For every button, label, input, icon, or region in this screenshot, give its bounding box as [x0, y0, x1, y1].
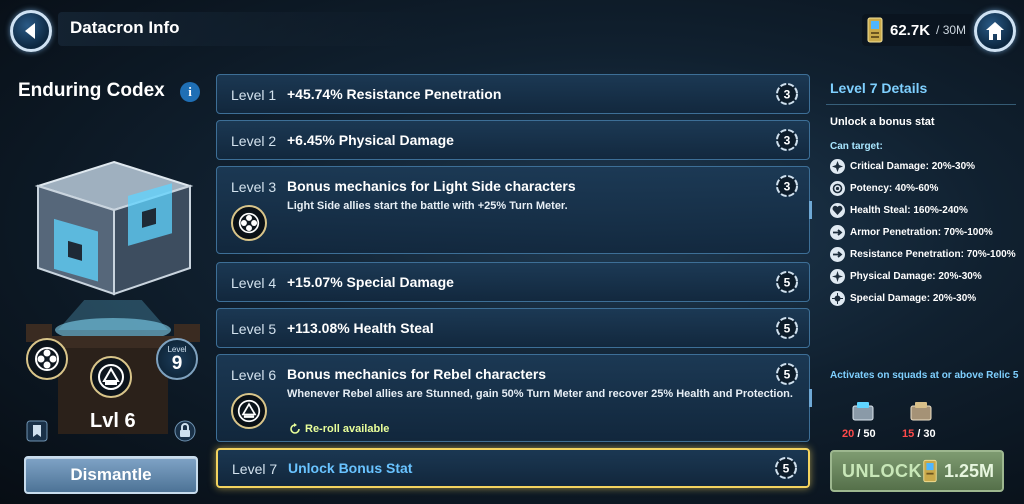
stat-option: Resistance Penetration: 70%-100% [830, 246, 1016, 262]
stat-option: Physical Damage: 20%-30% [830, 268, 982, 284]
datacron-name: Enduring Codex [18, 80, 165, 101]
details-subtitle: Unlock a bonus stat [830, 116, 935, 128]
material-1-count: 20 / 50 [842, 428, 876, 440]
activation-requirement: Activates on squads at or above Relic 5 [830, 370, 1019, 381]
level-label: Level 5 [231, 321, 277, 337]
dismantle-button[interactable]: Dismantle [24, 456, 198, 494]
unlock-button[interactable]: UNLOCK 1.25M [830, 450, 1004, 492]
datacron-cube-image [34, 160, 194, 296]
level-label: Level 2 [231, 133, 277, 149]
currency-display: 62.7K / 30M [862, 14, 975, 46]
row-edge-marker [809, 389, 812, 407]
level-badge-value: 9 [171, 352, 183, 374]
light-side-ability-icon[interactable] [231, 205, 267, 241]
svg-text:3: 3 [784, 180, 791, 194]
rebel-ability-icon[interactable] [231, 393, 267, 429]
rebel-ability-icon[interactable] [90, 356, 132, 398]
reroll-indicator[interactable]: Re-roll available [289, 423, 389, 435]
level-row-4[interactable]: Level 4 +15.07% Special Damage 5 [216, 262, 810, 302]
level-row-1[interactable]: Level 1 +45.74% Resistance Penetration 3 [216, 74, 810, 114]
home-icon [986, 22, 1004, 40]
bookmark-icon[interactable] [26, 420, 48, 442]
details-divider [826, 104, 1016, 105]
resistance-penetration-icon [830, 246, 845, 262]
potency-icon [830, 180, 845, 196]
datacron-credit-icon [867, 17, 883, 43]
level-bonus: +113.08% Health Steal [287, 320, 434, 336]
reroll-icon [290, 423, 300, 434]
reroll-text: Re-roll available [305, 423, 390, 435]
page-title: Datacron Info [70, 18, 180, 37]
svg-text:5: 5 [784, 322, 791, 336]
level-description: Light Side allies start the battle with … [287, 200, 568, 212]
cost-3-icon: 3 [776, 129, 798, 151]
datacron-material-1-icon[interactable] [850, 400, 876, 424]
level-row-2[interactable]: Level 2 +6.45% Physical Damage 3 [216, 120, 810, 160]
level-label: Level 6 [231, 367, 277, 383]
can-target-label: Can target: [830, 141, 883, 152]
level-bonus: Unlock Bonus Stat [288, 460, 413, 476]
home-button[interactable] [974, 10, 1016, 52]
row-edge-marker [809, 201, 812, 219]
level-row-3[interactable]: Level 3 Bonus mechanics for Light Side c… [216, 166, 812, 254]
info-icon[interactable]: i [180, 82, 200, 102]
level-description: Whenever Rebel allies are Stunned, gain … [287, 388, 793, 400]
stat-option: Armor Penetration: 70%-100% [830, 224, 993, 240]
level-row-6[interactable]: Level 6 Bonus mechanics for Rebel charac… [216, 354, 812, 442]
health-steal-icon [830, 202, 845, 218]
cost-5-icon: 5 [776, 271, 798, 293]
level-bonus: +15.07% Special Damage [287, 274, 454, 290]
currency-amount: 62.7K [890, 21, 931, 39]
level-bonus: +6.45% Physical Damage [287, 132, 454, 148]
material-2-count: 15 / 30 [902, 428, 936, 440]
datacron-level-text: Lvl 6 [90, 410, 136, 432]
datacron-level-badge: Level 9 [156, 338, 198, 380]
stat-option: Health Steal: 160%-240% [830, 202, 968, 218]
stat-option: Special Damage: 20%-30% [830, 290, 976, 306]
special-damage-icon [830, 290, 845, 306]
cost-3-icon: 3 [776, 83, 798, 105]
level-label: Level 7 [232, 461, 278, 477]
svg-text:3: 3 [784, 134, 791, 148]
level-row-7[interactable]: Level 7 Unlock Bonus Stat 5 [216, 448, 810, 488]
critical-damage-icon [830, 158, 845, 174]
stat-option: Potency: 40%-60% [830, 180, 938, 196]
level-label: Level 4 [231, 275, 277, 291]
cost-5-icon: 5 [776, 317, 798, 339]
level-bonus: Bonus mechanics for Rebel characters [287, 366, 547, 382]
cost-3-icon: 3 [776, 175, 798, 197]
cost-5-icon: 5 [775, 457, 797, 479]
cost-5-icon: 5 [776, 363, 798, 385]
svg-text:5: 5 [784, 368, 791, 382]
level-bonus: Bonus mechanics for Light Side character… [287, 178, 576, 194]
lock-icon[interactable] [174, 420, 196, 442]
unlock-label: UNLOCK [842, 460, 922, 481]
level-bonus: +45.74% Resistance Penetration [287, 86, 502, 102]
physical-damage-icon [830, 268, 845, 284]
datacron-credit-icon [923, 459, 937, 483]
currency-cap: / 30M [936, 23, 967, 37]
details-title: Level 7 Details [830, 80, 928, 96]
svg-text:5: 5 [784, 276, 791, 290]
light-side-ability-icon[interactable] [26, 338, 68, 380]
level-label: Level 1 [231, 87, 277, 103]
unlock-cost: 1.25M [944, 460, 995, 481]
datacron-material-2-icon[interactable] [908, 400, 934, 424]
stat-option: Critical Damage: 20%-30% [830, 158, 975, 174]
svg-text:3: 3 [784, 88, 791, 102]
svg-text:5: 5 [783, 462, 790, 476]
level-label: Level 3 [231, 179, 277, 195]
armor-penetration-icon [830, 224, 845, 240]
level-row-5[interactable]: Level 5 +113.08% Health Steal 5 [216, 308, 810, 348]
back-arrow-icon [25, 23, 35, 39]
back-button[interactable] [10, 10, 52, 52]
top-bar: Datacron Info 62.7K / 30M [0, 0, 1024, 62]
